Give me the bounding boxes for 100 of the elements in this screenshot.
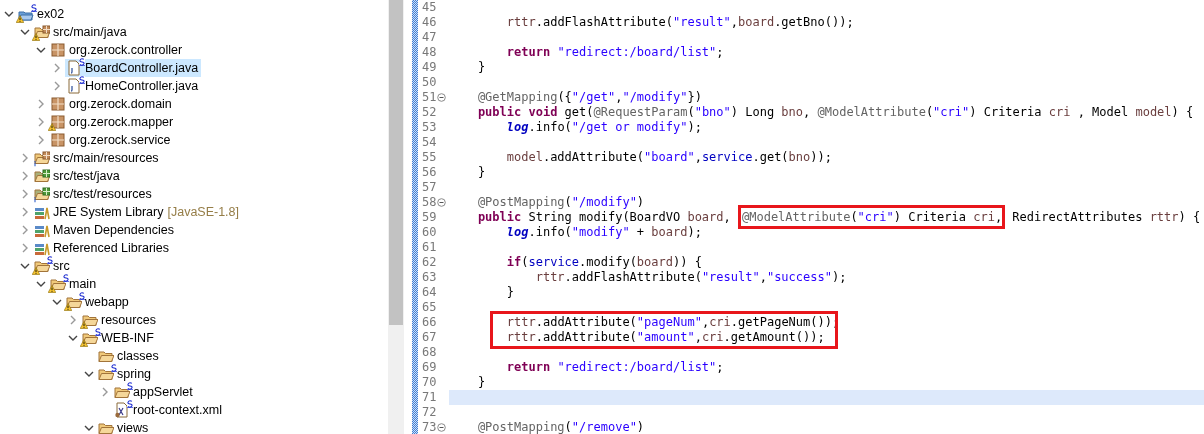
tree-item[interactable]: WEB-INF: [81, 329, 157, 347]
chevron-down-icon[interactable]: [84, 369, 94, 379]
chevron-right-icon[interactable]: [36, 135, 46, 145]
line-number: 72: [422, 405, 437, 420]
code-line: rttr.addFlashAttribute("result","success");: [535, 270, 847, 284]
tree-item[interactable]: src/main/resources: [33, 149, 162, 167]
tree-item[interactable]: views: [97, 419, 152, 434]
spring-icon: [127, 382, 133, 390]
warning-icon: [64, 303, 72, 311]
chevron-right-icon[interactable]: [52, 63, 62, 73]
chevron-down-icon[interactable]: [20, 261, 30, 271]
chevron-right-icon[interactable]: [100, 387, 110, 397]
tree-item[interactable]: src: [33, 257, 73, 275]
tree-item[interactable]: src/main/java: [33, 23, 130, 41]
tree-item[interactable]: classes: [97, 347, 162, 365]
warning-icon: [16, 15, 24, 23]
tree-item[interactable]: HomeController.java: [65, 77, 202, 95]
chevron-down-icon[interactable]: [36, 45, 46, 55]
spring-icon: [127, 400, 133, 408]
spring-icon: [31, 4, 37, 12]
chevron-down-icon[interactable]: [36, 279, 46, 289]
line-number: 56: [422, 165, 437, 180]
spring-icon: [47, 256, 53, 264]
package-icon: [50, 132, 66, 148]
line-number: 46: [422, 15, 437, 30]
chevron-down-icon[interactable]: [84, 423, 94, 433]
source-folder-icon: [34, 24, 50, 40]
line-number: 70: [422, 375, 437, 390]
tree-item[interactable]: webapp: [65, 293, 132, 311]
spring-icon: [111, 364, 117, 372]
collapse-icon[interactable]: [437, 423, 447, 432]
folder-icon: [98, 348, 114, 364]
tree-item[interactable]: Referenced Libraries: [33, 239, 173, 257]
line-number: 69: [422, 360, 437, 375]
line-number: 59: [422, 210, 437, 225]
collapse-icon[interactable]: [437, 93, 447, 102]
spring-icon: [79, 292, 85, 300]
chevron-right-icon[interactable]: [68, 315, 78, 325]
code-line: if(service.modify(board)) {: [506, 255, 702, 269]
highlight-box: @ModelAttribute("cri") Criteria cri,: [738, 205, 1006, 229]
line-number: 47: [422, 30, 437, 45]
tree-item[interactable]: ex02: [17, 5, 68, 23]
line-number: 67: [422, 330, 437, 345]
tree-item[interactable]: main: [49, 275, 100, 293]
info-icon: [33, 196, 37, 203]
code-line: }: [506, 285, 515, 299]
chevron-right-icon[interactable]: [20, 207, 30, 217]
scrollbar[interactable]: [388, 0, 404, 434]
tree-item[interactable]: spring: [97, 365, 155, 383]
tree-item[interactable]: org.zerock.service: [49, 131, 174, 149]
file-icon: [66, 60, 82, 76]
code-line: rttr.addFlashAttribute("result",board.getBno());: [506, 15, 854, 29]
tree-item[interactable]: org.zerock.controller: [49, 41, 186, 59]
line-number: 51: [422, 90, 437, 105]
code-line: rttr.addAttribute("amount",cri.getAmount());: [506, 330, 825, 344]
folder-icon: [114, 384, 130, 400]
line-number: 66: [422, 315, 437, 330]
chevron-right-icon[interactable]: [20, 243, 30, 253]
tree-item[interactable]: resources: [81, 311, 159, 329]
warning-icon: [48, 123, 56, 131]
chevron-right-icon[interactable]: [36, 117, 46, 127]
tree-item[interactable]: org.zerock.mapper: [49, 113, 177, 131]
chevron-down-icon[interactable]: [68, 333, 78, 343]
line-number: 65: [422, 300, 437, 315]
tree-item[interactable]: src/test/java: [33, 167, 123, 185]
code-line: }: [477, 60, 486, 74]
chevron-down-icon[interactable]: [20, 27, 30, 37]
chevron-down-icon[interactable]: [52, 297, 62, 307]
tree-item[interactable]: BoardController.java: [65, 59, 202, 77]
line-number: 63: [422, 270, 437, 285]
chevron-right-icon[interactable]: [20, 225, 30, 235]
source-folder-icon: [34, 186, 50, 202]
tree-item[interactable]: org.zerock.domain: [49, 95, 175, 113]
folder-icon: [98, 420, 114, 434]
tree-item[interactable]: src/test/resources: [33, 185, 155, 203]
code-line: @PostMapping("/remove"): [477, 420, 645, 434]
chevron-right-icon[interactable]: [20, 153, 30, 163]
line-number: 73: [422, 420, 437, 434]
tree-item[interactable]: appServlet: [113, 383, 196, 401]
file-icon: [66, 78, 82, 94]
line-number: 71: [422, 390, 437, 405]
line-number: 54: [422, 135, 437, 150]
chevron-right-icon[interactable]: [52, 81, 62, 91]
code-line: return "redirect:/board/list";: [506, 360, 724, 374]
tree-item[interactable]: JRE System Library [JavaSE-1.8]: [33, 203, 243, 221]
line-number: 58: [422, 195, 437, 210]
tree-item[interactable]: Maven Dependencies: [33, 221, 177, 239]
code-line: log.info("modify" + board);: [506, 225, 702, 239]
info-icon: [33, 160, 37, 167]
line-number: 68: [422, 345, 437, 360]
collapse-icon[interactable]: [437, 198, 447, 207]
scrollbar-thumb[interactable]: [389, 0, 403, 325]
chevron-right-icon[interactable]: [20, 189, 30, 199]
chevron-down-icon[interactable]: [4, 9, 14, 19]
chevron-right-icon[interactable]: [36, 99, 46, 109]
tree-item[interactable]: root-context.xml: [113, 401, 225, 419]
line-number: 49: [422, 60, 437, 75]
code-line: @GetMapping({"/get","/modify"}): [477, 90, 702, 104]
code-line: return "redirect:/board/list";: [506, 45, 724, 59]
chevron-right-icon[interactable]: [20, 171, 30, 181]
